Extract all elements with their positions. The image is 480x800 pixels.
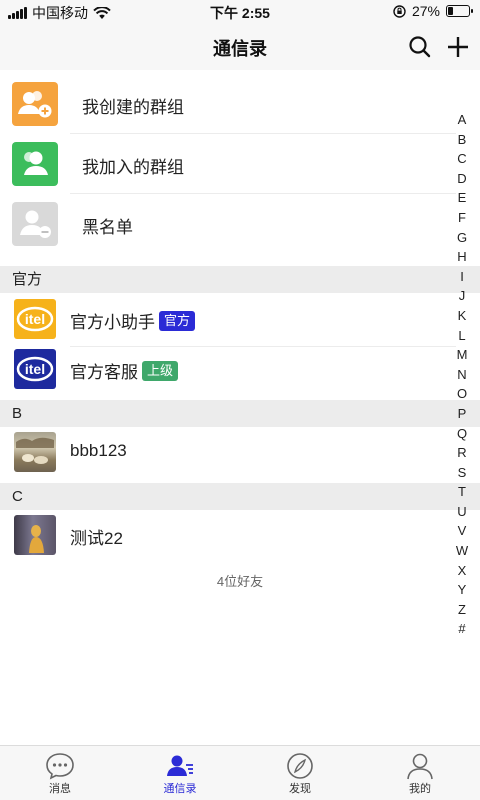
alphabet-index-letter[interactable]: F <box>452 208 472 228</box>
alphabet-index-letter[interactable]: E <box>452 188 472 208</box>
group-row-blacklist[interactable]: 黑名单 <box>0 194 480 254</box>
photo-avatar <box>14 515 56 555</box>
official-badge: 官方 <box>159 310 196 331</box>
group-joined-label: 我加入的群组 <box>82 158 184 177</box>
alphabet-index-letter[interactable]: Y <box>452 580 472 600</box>
nav-header: 通信录 <box>0 24 480 70</box>
alphabet-index-letter[interactable]: A <box>452 110 472 130</box>
itel-logo-avatar: itel <box>14 299 56 339</box>
alphabet-index-letter[interactable]: D <box>452 169 472 189</box>
alphabet-index-letter[interactable]: N <box>452 365 472 385</box>
section-header-c: C <box>0 483 480 510</box>
person-icon <box>407 753 433 780</box>
contact-name-wrap: 官方客服 上级 <box>70 358 179 383</box>
battery-percent: 27% <box>411 3 440 19</box>
alphabet-index[interactable]: A B C D E F G H I J K L M N O P Q R S T U V W X Y Z # <box>452 110 472 639</box>
bottom-nav: 消息 通信录 发现 我的 <box>0 745 480 800</box>
alphabet-index-letter[interactable]: R <box>452 443 472 463</box>
contact-row[interactable]: bbb123 <box>0 426 480 480</box>
alphabet-index-letter[interactable]: C <box>452 149 472 169</box>
tab-messages[interactable]: 消息 <box>0 746 120 800</box>
contacts-icon <box>167 755 193 776</box>
friend-count: 4位好友 <box>216 574 264 589</box>
group-add-icon <box>12 82 58 126</box>
contact-name: 官方客服 <box>70 363 138 382</box>
svg-text:itel: itel <box>25 361 45 377</box>
group-row-joined[interactable]: 我加入的群组 <box>0 134 480 194</box>
alphabet-index-letter[interactable]: K <box>452 306 472 326</box>
alphabet-index-letter[interactable]: Z <box>452 600 472 620</box>
alphabet-index-letter[interactable]: L <box>452 326 472 346</box>
alphabet-index-letter[interactable]: J <box>452 286 472 306</box>
contact-row[interactable]: 测试22 <box>0 509 480 563</box>
contact-name-wrap: 官方小助手 官方 <box>70 308 196 333</box>
add-button[interactable] <box>443 32 473 62</box>
chat-bubble-icon <box>46 753 74 780</box>
alphabet-index-letter[interactable]: T <box>452 482 472 502</box>
superior-badge: 上级 <box>142 360 179 381</box>
rotation-lock-icon <box>393 4 406 18</box>
alphabet-index-letter[interactable]: Q <box>452 424 472 444</box>
tab-label: 通信录 <box>163 783 197 795</box>
itel-logo-avatar: itel <box>14 349 56 389</box>
section-header-b: B <box>0 400 480 427</box>
alphabet-index-letter[interactable]: V <box>452 521 472 541</box>
tab-label: 消息 <box>49 783 71 795</box>
contact-name: 测试22 <box>70 529 123 548</box>
alphabet-index-letter[interactable]: G <box>452 228 472 248</box>
contact-name: bbb123 <box>70 441 127 460</box>
plus-icon <box>448 37 468 57</box>
compass-icon <box>287 753 313 779</box>
alphabet-index-letter[interactable]: O <box>452 384 472 404</box>
alphabet-index-letter[interactable]: # <box>452 619 472 639</box>
svg-text:itel: itel <box>25 311 45 327</box>
status-bar: 中国移动 下午 2:55 27% <box>0 0 480 24</box>
blacklist-icon <box>12 202 58 246</box>
alphabet-index-letter[interactable]: H <box>452 247 472 267</box>
alphabet-index-letter[interactable]: S <box>452 463 472 483</box>
search-button[interactable] <box>405 32 435 62</box>
photo-avatar <box>14 432 56 472</box>
alphabet-index-letter[interactable]: B <box>452 130 472 150</box>
battery-icon <box>446 5 473 17</box>
contact-name-wrap: bbb123 <box>70 441 127 461</box>
group-row-created[interactable]: 我创建的群组 <box>0 74 480 134</box>
alphabet-index-letter[interactable]: I <box>452 267 472 287</box>
tab-label: 发现 <box>289 783 311 795</box>
contact-name-wrap: 测试22 <box>70 524 123 549</box>
tab-discover[interactable]: 发现 <box>240 746 360 800</box>
section-header-official: 官方 <box>0 266 480 293</box>
contact-name: 官方小助手 <box>70 313 155 332</box>
tab-label: 我的 <box>409 783 431 795</box>
contact-row[interactable]: itel 官方客服 上级 <box>0 343 480 397</box>
tab-profile[interactable]: 我的 <box>360 746 480 800</box>
alphabet-index-letter[interactable]: W <box>452 541 472 561</box>
search-icon <box>409 36 431 58</box>
group-icon <box>12 142 58 186</box>
alphabet-index-letter[interactable]: X <box>452 561 472 581</box>
alphabet-index-letter[interactable]: P <box>452 404 472 424</box>
status-right: 27% <box>393 3 473 19</box>
alphabet-index-letter[interactable]: M <box>452 345 472 365</box>
tab-contacts[interactable]: 通信录 <box>120 746 240 800</box>
group-created-label: 我创建的群组 <box>82 98 184 117</box>
alphabet-index-letter[interactable]: U <box>452 502 472 522</box>
blacklist-label: 黑名单 <box>82 218 133 237</box>
contact-row[interactable]: itel 官方小助手 官方 <box>0 293 480 347</box>
